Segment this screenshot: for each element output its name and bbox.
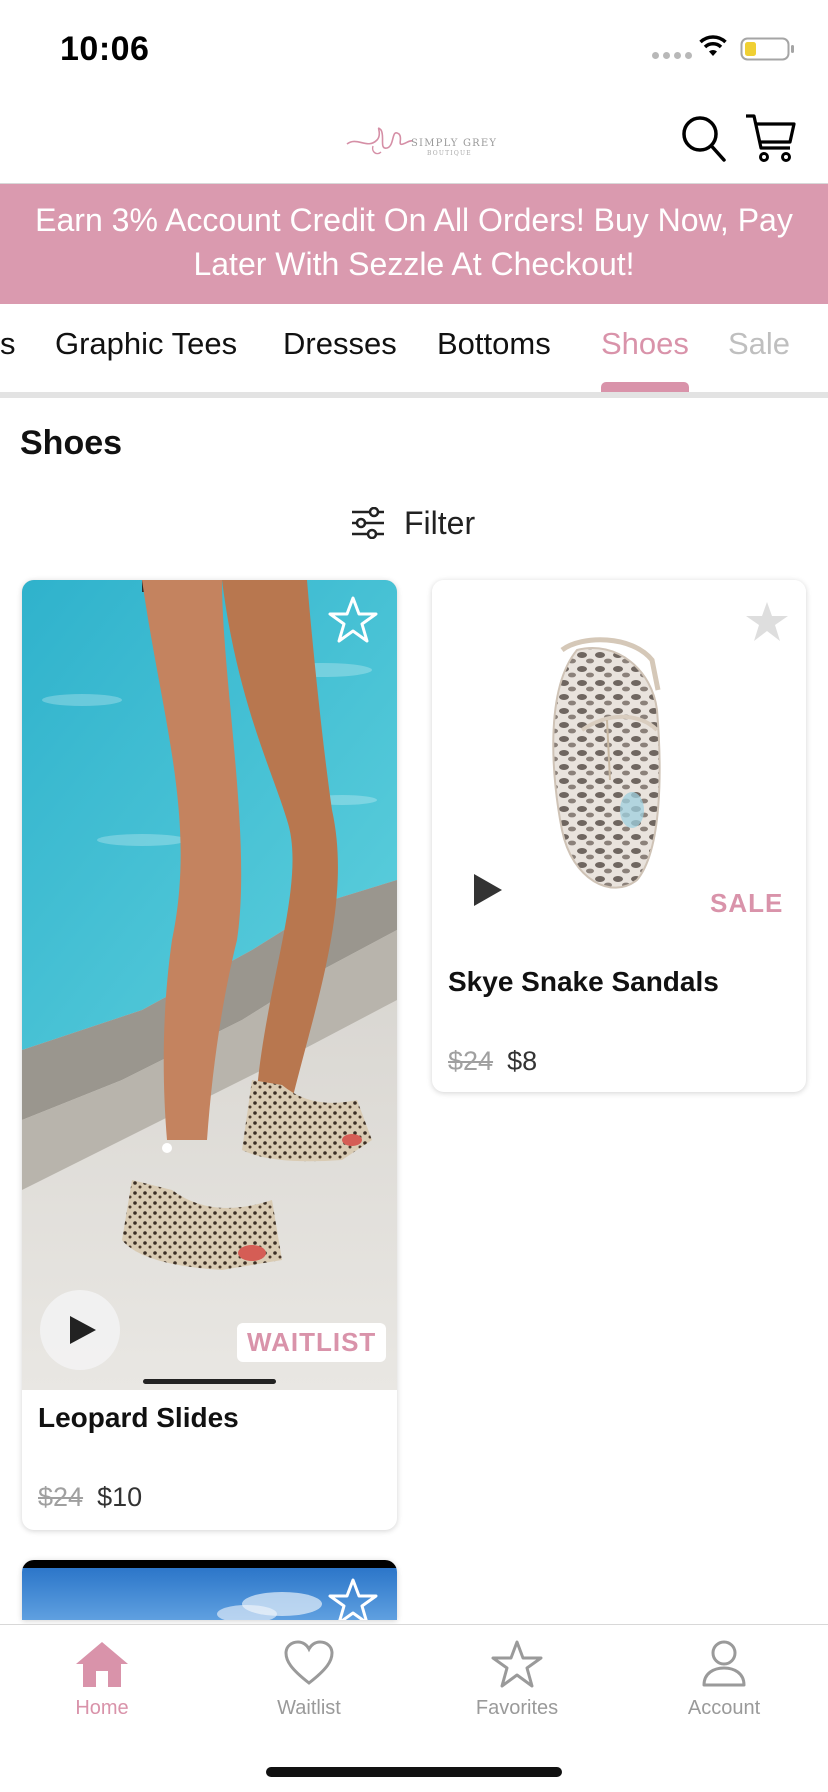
cart-button[interactable] [744,112,798,164]
product-image-leopard-slides[interactable] [22,580,397,1390]
filter-label: Filter [404,504,476,541]
sale-price: $10 [97,1482,143,1512]
tab-partial[interactable]: s [0,326,16,362]
sale-price: $8 [507,1046,538,1076]
tab-bottoms[interactable]: Bottoms [437,326,551,362]
active-tab-indicator [601,382,689,392]
logo-monogram [346,127,414,155]
original-price: $24 [448,1046,494,1076]
tab-shoes[interactable]: Shoes [601,326,689,362]
nav-account-label: Account [687,1697,761,1719]
filter-sliders-icon [352,507,384,539]
nav-waitlist-label: Waitlist [277,1697,341,1719]
category-tabs[interactable]: s Graphic Tees Dresses Bottoms Shoes Sal… [0,304,828,398]
battery-icon [740,37,794,61]
price-row: $24 $8 [448,1046,537,1077]
nav-home-label: Home [75,1697,129,1719]
status-bar: 10:06 [0,0,828,96]
video-progress-bar [143,1379,276,1384]
favorite-star-button[interactable] [740,596,794,650]
sale-badge: SALE [710,888,784,918]
price-row: $24 $10 [38,1482,142,1513]
home-icon [76,1642,128,1687]
play-video-button[interactable] [470,870,506,910]
search-button[interactable] [680,114,728,164]
wifi-icon [699,35,727,56]
favorite-star-button[interactable] [326,594,380,648]
promo-text: Earn 3% Account Credit On All Orders! Bu… [35,202,793,282]
logo-subtitle: BOUTIQUE [427,150,472,157]
tab-dresses[interactable]: Dresses [283,326,397,362]
app-header: SIMPLY GREY BOUTIQUE [0,96,828,184]
nav-favorites[interactable]: Favorites [427,1639,607,1720]
tab-graphic-tees[interactable]: Graphic Tees [55,326,237,362]
star-icon [491,1640,543,1688]
favorite-star-button[interactable] [326,1576,380,1620]
promo-banner[interactable]: Earn 3% Account Credit On All Orders! Bu… [0,184,828,304]
nav-home[interactable]: Home [12,1639,192,1720]
filter-button[interactable]: Filter [350,500,475,546]
product-name[interactable]: Skye Snake Sandals [448,966,719,998]
play-video-button[interactable] [40,1290,120,1370]
cellular-signal-icon [652,52,692,59]
heart-icon [284,1640,334,1685]
original-price: $24 [38,1482,84,1512]
product-card-partial[interactable] [22,1560,397,1620]
nav-favorites-label: Favorites [475,1697,559,1719]
logo-wordmark: SIMPLY GREY [411,138,498,149]
product-card-skye-snake-sandals[interactable]: SALE Skye Snake Sandals $24 $8 [432,580,806,1092]
brand-logo[interactable]: SIMPLY GREY BOUTIQUE [345,116,496,164]
waitlist-badge: WAITLIST [237,1323,387,1362]
nav-waitlist[interactable]: Waitlist [219,1639,399,1720]
status-time: 10:06 [60,30,150,68]
product-card-leopard-slides[interactable]: WAITLIST Leopard Slides $24 $10 [22,580,397,1530]
home-indicator [266,1767,562,1777]
page-title: Shoes [20,424,123,462]
nav-account[interactable]: Account [634,1639,814,1720]
account-icon [702,1640,746,1687]
product-name[interactable]: Leopard Slides [38,1402,239,1434]
tab-sale[interactable]: Sale [728,326,790,362]
